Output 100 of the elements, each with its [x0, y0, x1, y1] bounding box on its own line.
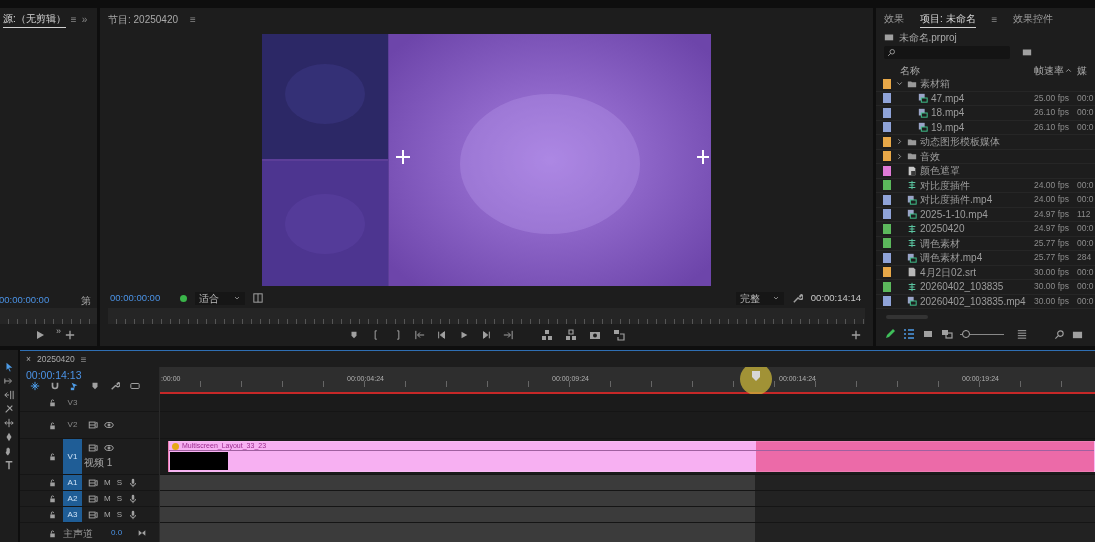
track-lane[interactable] — [160, 523, 1095, 542]
eye-icon[interactable] — [104, 420, 114, 430]
camera-icon[interactable] — [588, 329, 601, 341]
item-name[interactable]: 音效 — [920, 148, 940, 164]
label-color-swatch[interactable] — [883, 78, 891, 89]
ripple-edit-tool-icon[interactable] — [4, 390, 14, 400]
zoom-dropdown[interactable]: 适合 — [195, 291, 246, 305]
type-tool-icon[interactable] — [4, 460, 14, 470]
label-color-swatch[interactable] — [883, 238, 891, 249]
label-color-swatch[interactable] — [883, 93, 891, 104]
icon-view-button[interactable] — [922, 328, 934, 340]
play-button[interactable] — [34, 329, 46, 341]
nest-toggle-icon[interactable] — [30, 381, 40, 391]
zoom-slider[interactable] — [960, 328, 1004, 340]
panel-menu-button[interactable]: ≡ — [190, 11, 196, 27]
expand-caret-icon[interactable] — [895, 137, 904, 147]
item-name[interactable]: 2025-1-10.mp4 — [920, 206, 988, 222]
panel-tab[interactable]: 项目: 未命名 — [920, 10, 976, 28]
eye-icon[interactable] — [104, 443, 114, 453]
label-color-swatch[interactable] — [883, 194, 891, 205]
more-button[interactable]: » — [56, 325, 61, 339]
snap-icon[interactable] — [50, 381, 60, 391]
sync-lock-icon[interactable] — [88, 443, 98, 453]
timecode[interactable]: 00:00:00:00 — [0, 292, 50, 308]
panel-overflow-button[interactable]: » — [81, 11, 88, 27]
add-marker-icon[interactable] — [90, 381, 100, 391]
timecode[interactable]: 00:00:14:13 — [26, 368, 82, 384]
pen-tool-icon[interactable] — [4, 432, 14, 442]
loop-button[interactable] — [612, 329, 625, 341]
timecode[interactable]: 00:00:00:00 — [110, 290, 161, 306]
item-name[interactable]: 颜色遮罩 — [920, 163, 960, 179]
label-color-swatch[interactable] — [883, 223, 891, 234]
selection-tool-icon[interactable] — [4, 362, 14, 372]
item-name[interactable]: 调色素材.mp4 — [920, 250, 983, 266]
lift-button[interactable] — [540, 329, 553, 341]
item-name[interactable]: 调色素材 — [920, 235, 960, 251]
label-color-swatch[interactable] — [883, 267, 891, 278]
microphone-icon[interactable] — [128, 509, 138, 520]
item-name[interactable]: 47.mp4 — [931, 90, 965, 106]
track-target[interactable]: V1 — [63, 439, 82, 474]
caret-icon[interactable] — [771, 294, 780, 302]
slip-tool-icon[interactable] — [4, 418, 14, 428]
lock-icon[interactable] — [48, 398, 57, 407]
label-color-swatch[interactable] — [883, 165, 891, 176]
step-forward-button[interactable] — [480, 330, 491, 340]
panel-tab[interactable]: 效果控件 — [1013, 11, 1054, 27]
microphone-icon[interactable] — [128, 477, 138, 488]
settings-icon[interactable] — [791, 292, 803, 304]
settings-label[interactable]: 第 — [81, 292, 91, 308]
item-name[interactable]: 动态图形模板媒体 — [920, 134, 1000, 150]
panel-tab[interactable]: 源:（无剪辑） — [3, 10, 66, 28]
column-header[interactable]: 媒 — [1077, 64, 1087, 76]
slider-thumb[interactable] — [961, 330, 970, 338]
item-name[interactable]: 19.mp4 — [931, 119, 965, 135]
list-view-button[interactable] — [903, 328, 915, 340]
mute-button[interactable]: M — [104, 476, 111, 489]
track-lane[interactable] — [160, 475, 1095, 491]
label-color-swatch[interactable] — [883, 252, 891, 263]
razor-tool-icon[interactable] — [4, 404, 14, 414]
track-target[interactable]: A3 — [63, 507, 82, 522]
lock-icon[interactable] — [48, 420, 57, 430]
item-name[interactable]: 素材箱 — [920, 76, 950, 92]
sync-lock-icon[interactable] — [88, 493, 98, 504]
item-name[interactable]: 18.mp4 — [931, 105, 965, 121]
volume-value[interactable]: 0.0 — [111, 527, 123, 539]
lock-icon[interactable] — [48, 452, 57, 461]
add-button[interactable] — [65, 330, 75, 340]
item-name[interactable]: 对比度插件.mp4 — [920, 192, 993, 208]
solo-button[interactable]: S — [116, 492, 122, 505]
caret-icon[interactable] — [233, 294, 242, 302]
sync-lock-icon[interactable] — [88, 477, 98, 488]
new-bin-icon[interactable] — [1022, 47, 1032, 57]
column-header[interactable]: 帧速率 — [1034, 62, 1064, 78]
item-name[interactable]: 4月2日02.srt — [920, 264, 977, 280]
track-target[interactable]: V2 — [63, 412, 82, 438]
label-color-swatch[interactable] — [883, 136, 891, 147]
lock-icon[interactable] — [48, 478, 57, 487]
track-select-tool-icon[interactable] — [4, 376, 14, 386]
panel-menu-button[interactable]: ≡ — [991, 11, 998, 27]
freeform-view-button[interactable] — [941, 328, 953, 340]
extract-button[interactable] — [564, 329, 577, 341]
search-field[interactable] — [884, 45, 1010, 59]
item-name[interactable]: 20260402_103835 — [920, 279, 1004, 295]
track-lane[interactable] — [160, 491, 1095, 507]
label-color-swatch[interactable] — [883, 180, 891, 191]
label-color-swatch[interactable] — [883, 296, 891, 307]
panel-tab[interactable]: 效果 — [884, 11, 904, 27]
sync-lock-icon[interactable] — [88, 420, 98, 430]
track-lane[interactable] — [160, 394, 1095, 412]
mute-button[interactable]: M — [104, 508, 111, 521]
panel-menu-button[interactable]: ≡ — [70, 11, 77, 27]
step-back-button[interactable] — [436, 330, 447, 340]
microphone-icon[interactable] — [128, 493, 138, 504]
track-target[interactable]: V3 — [63, 394, 82, 411]
item-name[interactable]: 20250420 — [920, 221, 965, 237]
sort-button[interactable] — [1017, 329, 1027, 339]
settings-icon[interactable] — [110, 381, 120, 391]
label-color-swatch[interactable] — [883, 209, 891, 220]
sequence-tab[interactable]: 20250420 — [36, 352, 75, 366]
label-color-swatch[interactable] — [883, 107, 891, 118]
